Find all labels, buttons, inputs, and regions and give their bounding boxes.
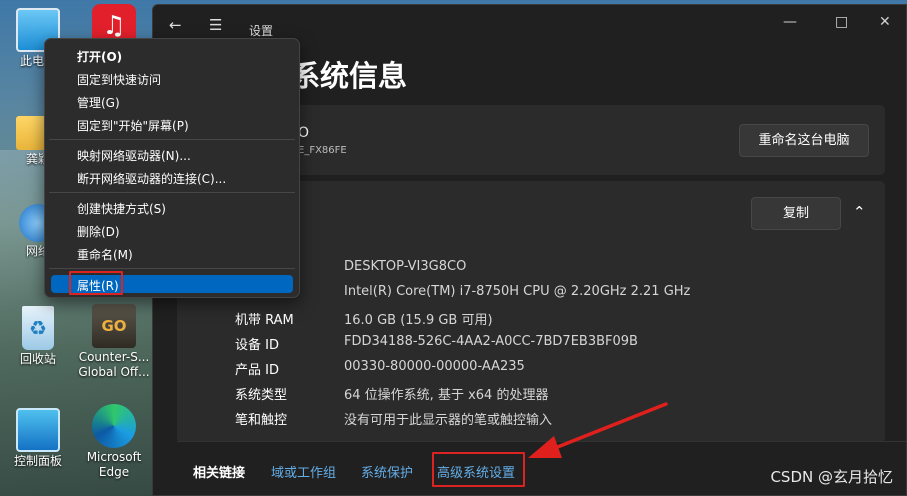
menu-separator <box>49 139 295 140</box>
spec-key: 笔和触控 <box>235 413 288 428</box>
back-arrow-icon[interactable]: ← <box>169 16 182 34</box>
menu-item-delete[interactable]: 删除(D) <box>77 223 120 240</box>
menu-item-create-shortcut[interactable]: 创建快捷方式(S) <box>77 200 166 217</box>
rename-pc-button[interactable]: 重命名这台电脑 <box>739 124 869 157</box>
menu-item-disconnect-drive[interactable]: 断开网络驱动器的连接(C)... <box>77 170 226 187</box>
menu-item-map-drive[interactable]: 映射网络驱动器(N)... <box>77 147 191 164</box>
desktop-icon-label: Microsoft Edge <box>86 450 142 479</box>
maximize-button[interactable]: □ <box>835 14 848 30</box>
menu-separator <box>49 192 295 193</box>
desktop-icon-control-panel[interactable]: 控制面板 <box>0 408 76 469</box>
csgo-icon: GO <box>92 304 136 348</box>
menu-item-pin-quick-access[interactable]: 固定到快速访问 <box>77 71 161 88</box>
copy-button[interactable]: 复制 <box>751 197 841 230</box>
desktop-icon-label: Counter-S... Global Off... <box>78 350 150 379</box>
desktop-icon-edge[interactable]: Microsoft Edge <box>76 404 152 480</box>
edge-icon <box>92 404 136 448</box>
spec-value: DESKTOP-VI3G8CO <box>344 259 467 274</box>
recycle-bin-icon: ♻ <box>22 306 54 350</box>
desktop-icon-label: 回收站 <box>19 352 56 366</box>
menu-item-pin-start[interactable]: 固定到"开始"屏幕(P) <box>77 117 189 134</box>
device-model: E_FX86FE <box>298 145 347 156</box>
spec-value: 16.0 GB (15.9 GB 可用) <box>344 313 493 328</box>
menu-item-rename[interactable]: 重命名(M) <box>77 246 133 263</box>
red-arrow-annotation <box>528 402 668 458</box>
desktop-icon-recycle-bin[interactable]: ♻ 回收站 <box>0 306 76 367</box>
spec-value: Intel(R) Core(TM) i7-8750H CPU @ 2.20GHz… <box>344 284 691 299</box>
spec-key: 设备 ID <box>235 338 279 353</box>
desktop-icon-csgo[interactable]: GO Counter-S... Global Off... <box>76 304 152 380</box>
menu-item-manage[interactable]: 管理(G) <box>77 94 120 111</box>
domain-workgroup-link[interactable]: 域或工作组 <box>271 462 336 481</box>
window-title: 设置 <box>249 24 274 38</box>
close-button[interactable]: ✕ <box>879 14 891 30</box>
system-protection-link[interactable]: 系统保护 <box>361 462 413 481</box>
highlight-box <box>432 452 525 487</box>
spec-value: 64 位操作系统, 基于 x64 的处理器 <box>344 388 549 403</box>
spec-key: 产品 ID <box>235 363 279 378</box>
watermark: CSDN @玄月拾忆 <box>770 468 893 486</box>
spec-key: 系统类型 <box>235 388 288 403</box>
chevron-up-icon[interactable]: ⌃ <box>853 203 866 221</box>
related-links-title: 相关链接 <box>193 466 246 481</box>
spec-key: 机带 RAM <box>235 313 294 328</box>
context-menu: 打开(O) 固定到快速访问 管理(G) 固定到"开始"屏幕(P) 映射网络驱动器… <box>44 38 300 298</box>
spec-value: FDD34188-526C-4AA2-A0CC-7BD7EB3BF09B <box>344 334 638 349</box>
page-title: 系统信息 <box>291 59 408 93</box>
minimize-button[interactable]: — <box>783 14 797 30</box>
hamburger-menu-icon[interactable]: ☰ <box>209 16 222 34</box>
control-panel-icon <box>16 408 60 452</box>
highlight-box <box>69 271 123 295</box>
menu-item-open[interactable]: 打开(O) <box>77 48 122 65</box>
spec-value: 00330-80000-00000-AA235 <box>344 359 525 374</box>
menu-separator <box>49 268 295 269</box>
desktop-icon-label: 控制面板 <box>13 454 62 468</box>
